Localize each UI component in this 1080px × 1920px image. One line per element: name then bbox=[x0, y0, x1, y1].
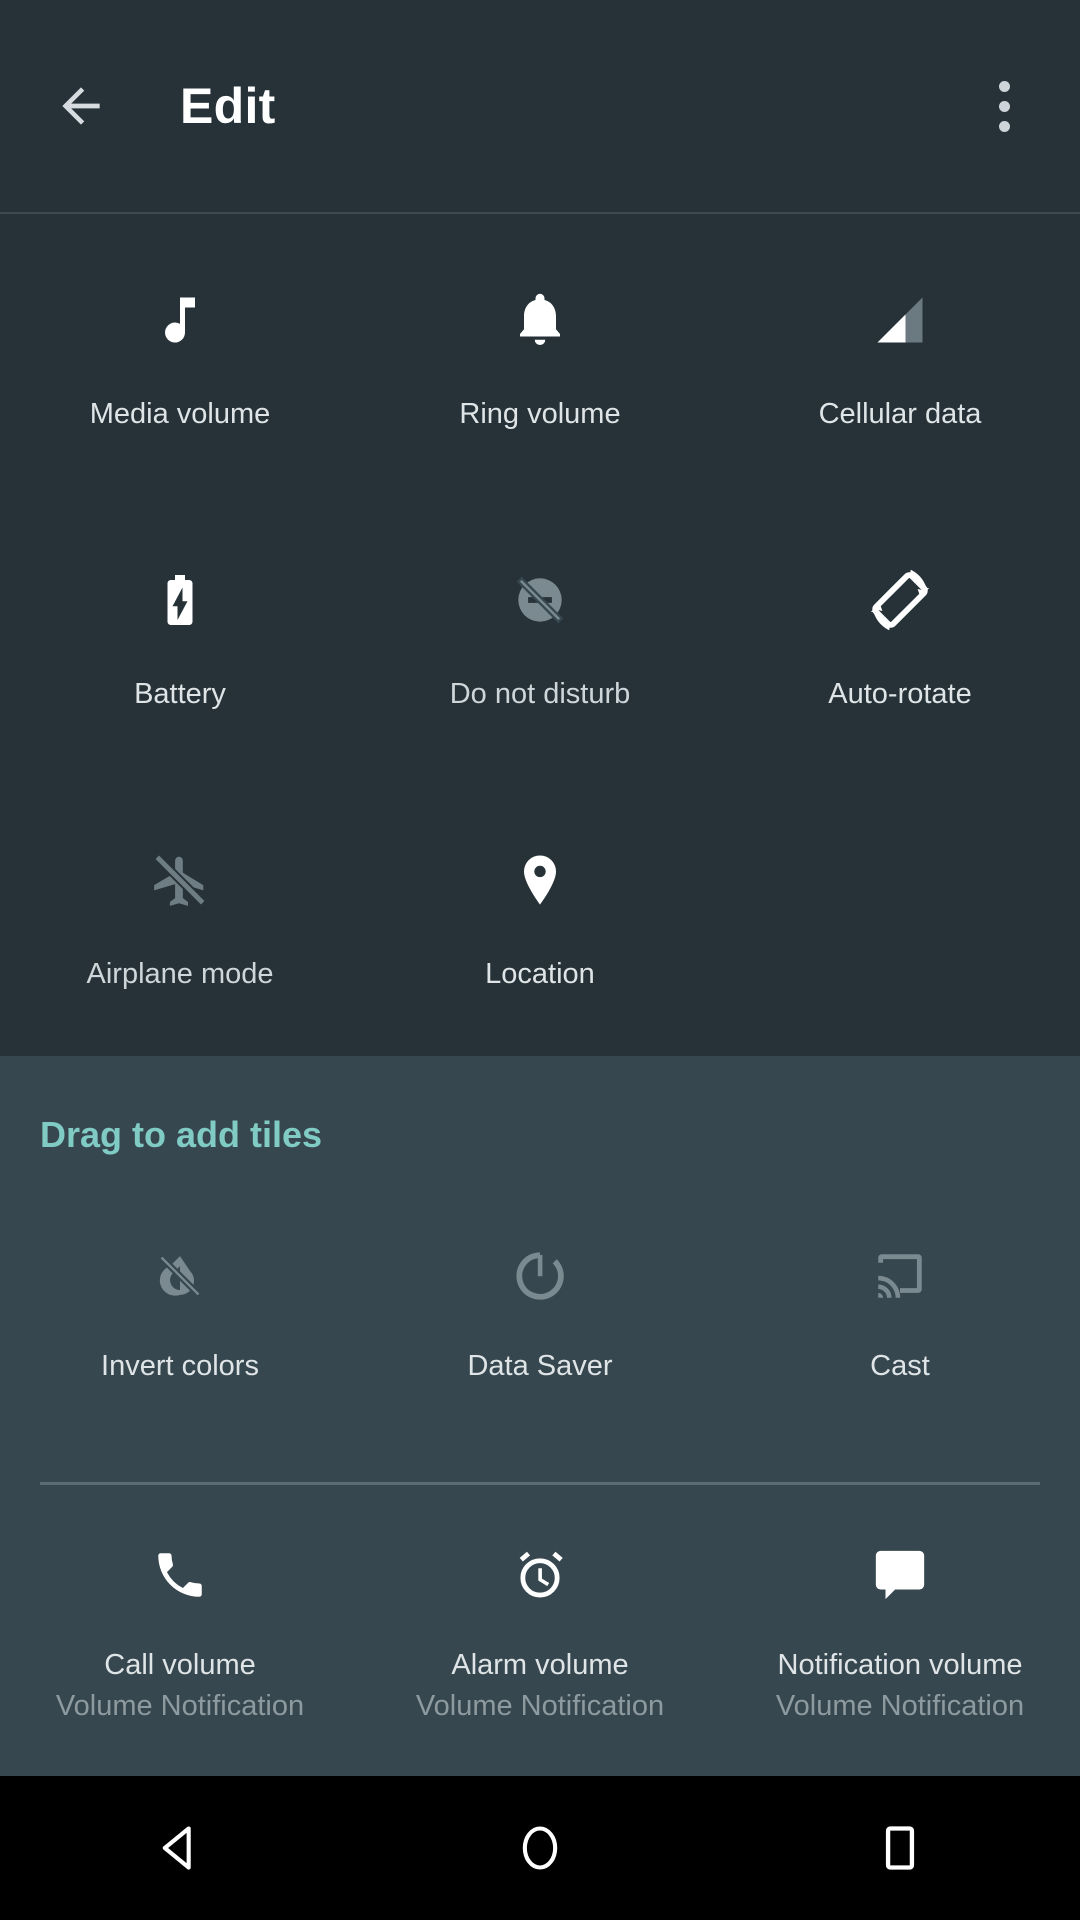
more-vertical-icon bbox=[998, 80, 1010, 92]
nav-back-button[interactable] bbox=[105, 1776, 255, 1920]
tile-label: Call volume bbox=[104, 1649, 256, 1681]
tile-label: Media volume bbox=[89, 398, 271, 430]
bell-icon bbox=[510, 282, 570, 358]
arrow-back-icon bbox=[53, 78, 109, 134]
signal-cellular-icon bbox=[870, 282, 930, 358]
battery-charging-icon bbox=[150, 562, 210, 638]
airplanemode-off-icon bbox=[149, 842, 211, 918]
tile-sublabel: Volume Notification bbox=[415, 1690, 665, 1723]
tile-invert-colors[interactable]: Invert colors bbox=[0, 1208, 360, 1458]
tile-do-not-disturb[interactable]: Do not disturb bbox=[360, 520, 720, 800]
tile-label: Location bbox=[485, 958, 595, 990]
tile-label: Auto-rotate bbox=[828, 678, 972, 710]
nav-recents-icon bbox=[874, 1822, 926, 1874]
invert-colors-off-icon bbox=[151, 1238, 209, 1314]
tile-media-volume[interactable]: Media volume bbox=[0, 240, 360, 520]
tile-label: Alarm volume bbox=[451, 1649, 629, 1681]
tile-battery[interactable]: Battery bbox=[0, 520, 360, 800]
more-vertical-icon-dot bbox=[998, 120, 1010, 132]
tile-cast[interactable]: Cast bbox=[720, 1208, 1080, 1458]
alarm-clock-icon bbox=[511, 1537, 569, 1613]
cast-icon bbox=[871, 1238, 929, 1314]
active-tile-row: Media volume Ring volume Cellular data bbox=[0, 240, 1080, 520]
page-title: Edit bbox=[180, 78, 276, 134]
data-saver-icon bbox=[511, 1238, 569, 1314]
tile-label: Invert colors bbox=[101, 1350, 259, 1382]
tile-sublabel: Volume Notification bbox=[55, 1690, 305, 1723]
tile-label: Cellular data bbox=[818, 398, 982, 430]
nav-back-icon bbox=[154, 1822, 206, 1874]
more-vertical-icon-dot bbox=[998, 100, 1010, 112]
screen-rotation-icon bbox=[867, 562, 933, 638]
tile-alarm-volume[interactable]: Alarm volume Volume Notification bbox=[360, 1507, 720, 1757]
section-divider bbox=[40, 1482, 1040, 1485]
active-tile-row: Battery Do not disturb Auto-rotate bbox=[0, 520, 1080, 800]
active-tiles-region: Media volume Ring volume Cellular data B… bbox=[0, 214, 1080, 1056]
nav-recents-button[interactable] bbox=[825, 1776, 975, 1920]
section-title-drag-to-add: Drag to add tiles bbox=[40, 1114, 323, 1155]
overflow-menu-button[interactable] bbox=[966, 68, 1042, 144]
add-tile-row: Call volume Volume Notification Alarm vo… bbox=[0, 1507, 1080, 1757]
tile-ring-volume[interactable]: Ring volume bbox=[360, 240, 720, 520]
tile-notification-volume[interactable]: Notification volume Volume Notification bbox=[720, 1507, 1080, 1757]
phone-icon bbox=[151, 1537, 209, 1613]
active-tile-row: Airplane mode Location bbox=[0, 800, 1080, 1080]
tile-label: Do not disturb bbox=[449, 678, 631, 710]
tile-label: Cast bbox=[870, 1350, 930, 1382]
tile-call-volume[interactable]: Call volume Volume Notification bbox=[0, 1507, 360, 1757]
tile-label: Battery bbox=[134, 678, 226, 710]
music-note-icon bbox=[150, 282, 210, 358]
location-pin-icon bbox=[509, 842, 571, 918]
system-navigation-bar bbox=[0, 1776, 1080, 1920]
back-button[interactable] bbox=[44, 69, 118, 143]
add-tile-row: Invert colors Data Saver Cast bbox=[0, 1208, 1080, 1458]
nav-home-button[interactable] bbox=[465, 1776, 615, 1920]
nav-home-icon bbox=[514, 1822, 566, 1874]
tile-auto-rotate[interactable]: Auto-rotate bbox=[720, 520, 1080, 800]
add-tiles-region: Drag to add tiles Invert colors Data Sav… bbox=[0, 1056, 1080, 1776]
quick-settings-edit-screen: Edit Media volume Ring volume Cellular d… bbox=[0, 0, 1080, 1920]
tile-sublabel: Volume Notification bbox=[775, 1690, 1025, 1723]
tile-label: Ring volume bbox=[459, 398, 621, 430]
tile-label: Data Saver bbox=[467, 1350, 613, 1382]
tile-label: Notification volume bbox=[777, 1649, 1023, 1681]
do-not-disturb-off-icon bbox=[509, 562, 571, 638]
chat-bubble-icon bbox=[871, 1537, 929, 1613]
tile-cellular-data[interactable]: Cellular data bbox=[720, 240, 1080, 520]
app-bar: Edit bbox=[0, 0, 1080, 214]
tile-data-saver[interactable]: Data Saver bbox=[360, 1208, 720, 1458]
tile-label: Airplane mode bbox=[86, 958, 274, 990]
tile-airplane-mode[interactable]: Airplane mode bbox=[0, 800, 360, 1080]
tile-location[interactable]: Location bbox=[360, 800, 720, 1080]
